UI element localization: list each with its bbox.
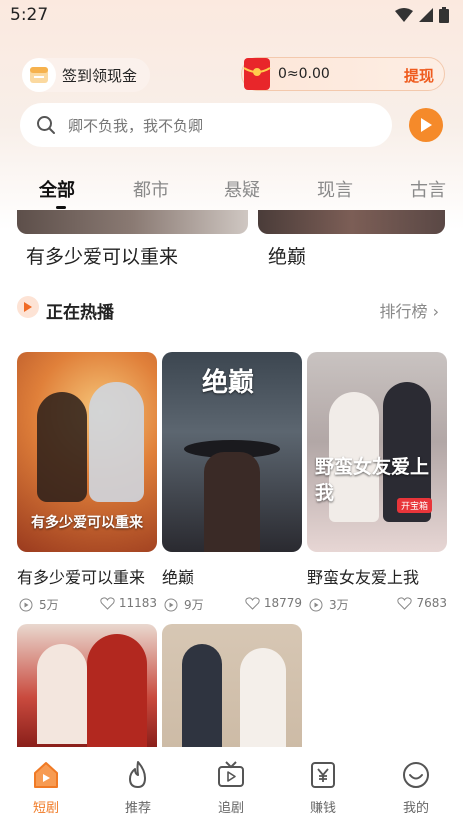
card-stats: 3万 7683 xyxy=(307,596,447,616)
like-count-value: 18779 xyxy=(263,596,302,610)
drama-poster[interactable]: 有多少爱可以重来 xyxy=(17,352,157,552)
nav-item-earn[interactable]: 赚钱 xyxy=(293,759,353,816)
signal-icon xyxy=(419,8,433,22)
calendar-icon xyxy=(22,58,56,92)
like-count[interactable]: 7683 xyxy=(397,596,447,610)
status-time: 5:27 xyxy=(10,5,49,25)
checkin-label: 签到领现金 xyxy=(62,66,138,85)
drama-poster[interactable]: 绝巅 xyxy=(162,352,302,552)
bottom-nav: 短剧 推荐 追剧 赚钱 我的 xyxy=(0,747,463,824)
partial-drama-row: 有多少爱可以重来 绝巅 xyxy=(0,210,463,270)
play-count-icon xyxy=(309,598,323,611)
play-count: 9万 xyxy=(164,596,204,613)
battery-icon xyxy=(439,7,449,23)
nav-label: 赚钱 xyxy=(309,801,336,816)
play-button[interactable] xyxy=(409,108,443,142)
card-title: 绝巅 xyxy=(162,568,195,587)
drama-card[interactable]: 野蛮女友爱上我 开宝箱 野蛮女友爱上我 3万 7683 xyxy=(307,352,447,616)
wifi-icon xyxy=(395,8,413,22)
search-placeholder: 卿不负我，我不负卿 xyxy=(68,116,204,135)
like-count-value: 7683 xyxy=(416,596,447,610)
heart-icon xyxy=(245,596,260,610)
card-title: 野蛮女友爱上我 xyxy=(307,568,420,587)
card-stats: 9万 18779 xyxy=(162,596,302,616)
play-count: 3万 xyxy=(309,596,349,613)
poster-figure xyxy=(37,392,87,502)
tv-icon xyxy=(201,759,261,791)
nav-item-recommend[interactable]: 推荐 xyxy=(108,759,168,816)
tab-suspense[interactable]: 悬疑 xyxy=(224,176,260,202)
smile-icon xyxy=(386,759,446,791)
nav-item-following[interactable]: 追剧 xyxy=(201,759,261,816)
search-icon xyxy=(37,116,55,134)
poster-figure xyxy=(89,382,144,502)
now-playing-header: 正在热播 排行榜 › xyxy=(0,294,463,324)
drama-poster[interactable] xyxy=(17,624,157,747)
play-count-value: 9万 xyxy=(184,598,204,612)
status-bar: 5:27 xyxy=(0,0,463,32)
drama-card[interactable]: 有多少爱可以重来 有多少爱可以重来 5万 11183 xyxy=(17,352,157,616)
category-tabs: 全部 都市 悬疑 现言 古言 xyxy=(0,170,463,210)
poster-figure xyxy=(87,634,147,747)
poster-figure xyxy=(37,644,87,744)
ranking-link[interactable]: 排行榜 › xyxy=(379,298,439,322)
nav-label: 短剧 xyxy=(32,801,59,816)
play-count-value: 5万 xyxy=(39,598,59,612)
tab-urban[interactable]: 都市 xyxy=(133,176,169,202)
tab-modern-romance[interactable]: 现言 xyxy=(317,176,353,202)
nav-item-mine[interactable]: 我的 xyxy=(386,759,446,816)
card-stats: 5万 11183 xyxy=(17,596,157,616)
card-title: 有多少爱可以重来 xyxy=(17,568,146,587)
search-bar[interactable]: 卿不负我，我不负卿 xyxy=(20,103,392,147)
tab-ancient-romance[interactable]: 古言 xyxy=(410,176,446,202)
play-count: 5万 xyxy=(19,596,59,613)
nav-label: 我的 xyxy=(402,801,429,816)
drama-poster[interactable] xyxy=(17,210,248,234)
play-count-value: 3万 xyxy=(329,598,349,612)
heart-icon xyxy=(397,596,413,610)
drama-card[interactable]: 绝巅 绝巅 9万 18779 xyxy=(162,352,302,616)
like-count-value: 11183 xyxy=(118,596,157,610)
checkin-button[interactable]: 签到领现金 xyxy=(22,58,150,92)
treasure-box-badge[interactable]: 开宝箱 xyxy=(397,498,433,513)
tab-indicator xyxy=(56,206,66,209)
home-icon xyxy=(16,759,76,791)
nav-label: 推荐 xyxy=(124,801,151,816)
tab-all[interactable]: 全部 xyxy=(39,176,75,202)
drama-poster[interactable] xyxy=(162,624,302,747)
play-circle-icon xyxy=(17,296,39,318)
play-count-icon xyxy=(164,598,178,611)
poster-title: 有多少爱可以重来 xyxy=(31,515,143,531)
play-icon xyxy=(421,118,432,132)
like-count[interactable]: 18779 xyxy=(245,596,302,610)
status-icons xyxy=(395,7,449,23)
wallet-bar[interactable]: 0≈0.00 提现 xyxy=(241,57,445,91)
poster-figure xyxy=(204,452,260,552)
nav-item-short-drama[interactable]: 短剧 xyxy=(16,759,76,816)
chevron-right-icon: › xyxy=(432,302,439,321)
nav-label: 追剧 xyxy=(217,801,244,816)
red-envelope-icon xyxy=(240,54,274,98)
like-count[interactable]: 11183 xyxy=(100,596,157,610)
yuan-icon xyxy=(293,759,353,791)
withdraw-button[interactable]: 提现 xyxy=(404,65,434,86)
drama-title[interactable]: 绝巅 xyxy=(268,242,306,269)
drama-title[interactable]: 有多少爱可以重来 xyxy=(26,242,178,269)
drama-poster[interactable] xyxy=(258,210,445,234)
poster-figure xyxy=(240,648,286,747)
ranking-label: 排行榜 xyxy=(379,302,428,321)
heart-icon xyxy=(100,596,115,610)
drama-poster[interactable]: 野蛮女友爱上我 开宝箱 xyxy=(307,352,447,552)
section-title: 正在热播 xyxy=(46,303,114,323)
wallet-amount: 0≈0.00 xyxy=(278,66,330,82)
play-count-icon xyxy=(19,598,33,611)
poster-title: 绝巅 xyxy=(202,368,255,398)
poster-figure xyxy=(182,644,222,747)
flame-icon xyxy=(108,759,168,791)
